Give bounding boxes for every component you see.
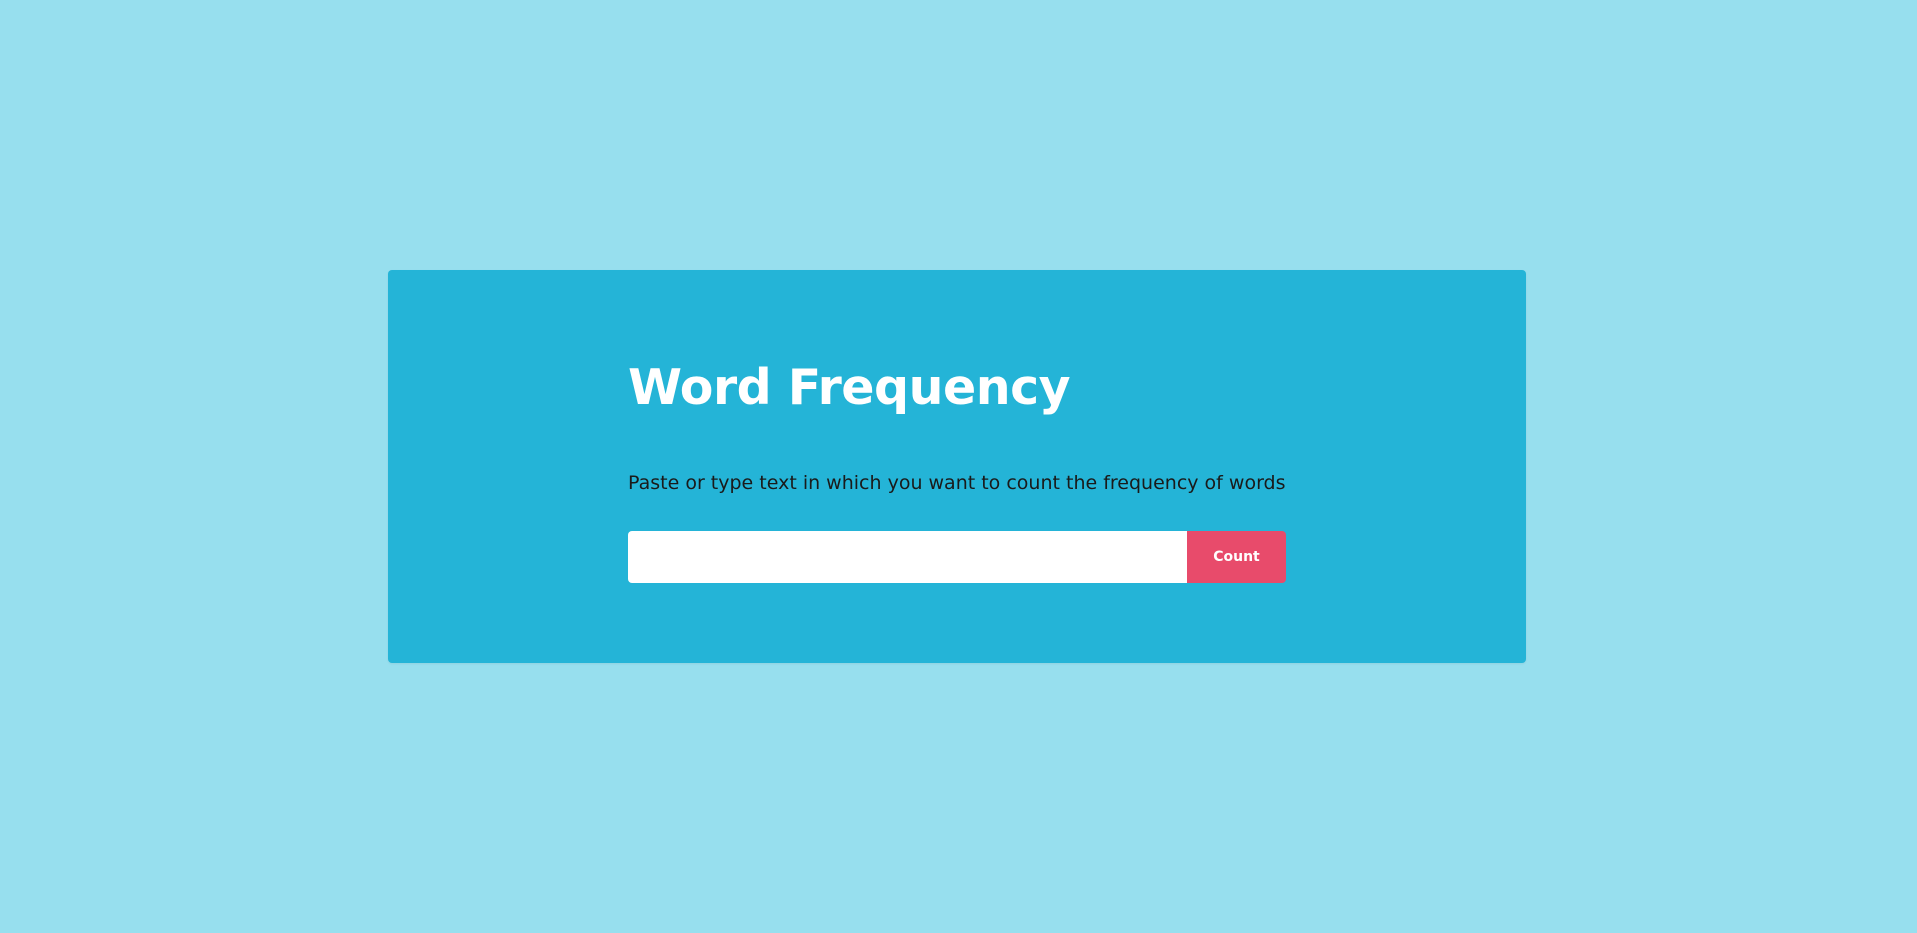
text-input[interactable] — [628, 531, 1187, 583]
word-frequency-card: Word Frequency Paste or type text in whi… — [388, 270, 1526, 663]
page: Word Frequency Paste or type text in whi… — [0, 0, 1917, 933]
count-button[interactable]: Count — [1187, 531, 1286, 583]
count-form: Count — [628, 531, 1286, 583]
instructions-text: Paste or type text in which you want to … — [628, 472, 1286, 494]
page-title: Word Frequency — [628, 359, 1071, 416]
